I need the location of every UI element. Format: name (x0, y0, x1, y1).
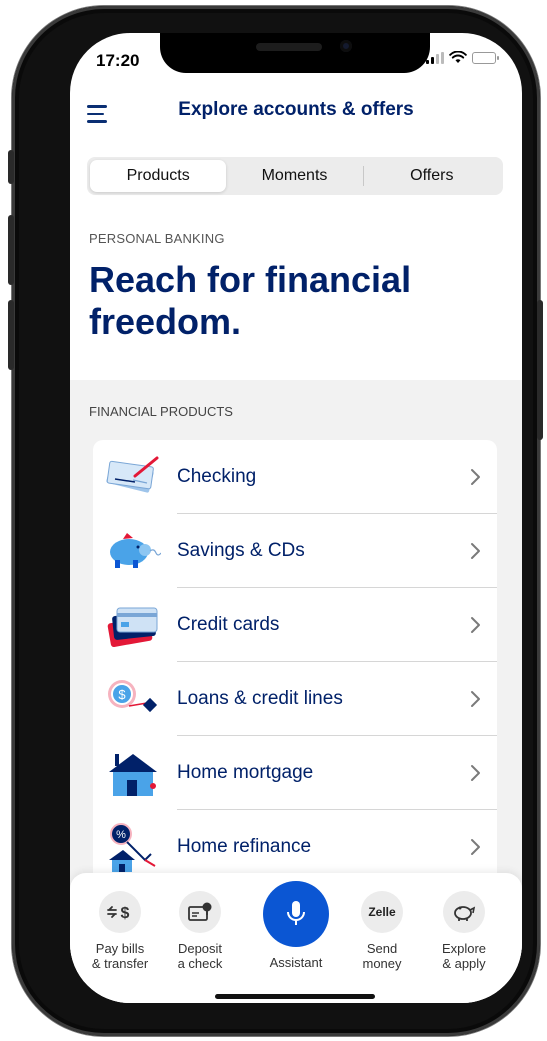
power-button (537, 300, 543, 440)
product-label: Loans & credit lines (177, 688, 343, 709)
piggy-bank-icon (443, 891, 485, 933)
product-label: Savings & CDs (177, 540, 305, 561)
volume-up-button (8, 215, 14, 285)
deposit-check-label: Deposit a check (177, 941, 223, 971)
bottom-action-bar: $ Pay bills & transfer Deposit a check A… (70, 873, 522, 1003)
tab-moments[interactable]: Moments (226, 160, 362, 192)
explore-apply-label: Explore & apply (441, 941, 487, 971)
notch (160, 33, 430, 73)
microphone-icon (263, 881, 329, 947)
deposit-check-button[interactable]: Deposit a check (160, 873, 240, 971)
chevron-right-icon (471, 839, 480, 855)
product-item-savings[interactable]: Savings & CDs (93, 514, 497, 588)
tab-products[interactable]: Products (90, 160, 227, 192)
speaker-grille (256, 43, 322, 51)
assistant-label: Assistant (269, 955, 323, 970)
assistant-button[interactable]: Assistant (256, 873, 336, 970)
home-indicator (215, 994, 375, 999)
chevron-right-icon (471, 691, 480, 707)
svg-text:%: % (116, 829, 126, 841)
volume-down-button (8, 300, 14, 370)
zelle-wordmark: Zelle (368, 905, 396, 919)
loan-icon: $ (108, 680, 158, 713)
chevron-right-icon (471, 765, 480, 781)
chevron-right-icon (471, 543, 480, 559)
section-label: FINANCIAL PRODUCTS (89, 404, 233, 419)
zelle-icon: Zelle (361, 891, 403, 933)
status-time: 17:20 (96, 51, 140, 70)
check-deposit-icon (179, 891, 221, 933)
svg-text:$: $ (118, 687, 126, 702)
explore-apply-button[interactable]: Explore & apply (424, 873, 504, 971)
page-title: Explore accounts & offers (178, 99, 414, 120)
product-label: Credit cards (177, 614, 280, 635)
house-icon (109, 754, 157, 796)
credit-cards-icon (107, 607, 158, 647)
section-eyebrow: PERSONAL BANKING (89, 231, 225, 246)
transfer-dollar-icon: $ (99, 891, 141, 933)
send-money-label: Send money (362, 941, 402, 971)
pay-bills-label: Pay bills & transfer (91, 941, 149, 971)
pay-bills-transfer-button[interactable]: $ Pay bills & transfer (80, 873, 160, 971)
tab-offers[interactable]: Offers (364, 160, 500, 192)
mute-switch (8, 150, 14, 184)
status-icons (426, 51, 499, 64)
battery-icon (472, 51, 499, 64)
svg-text:$: $ (121, 905, 130, 921)
refinance-icon: % (109, 823, 156, 872)
segmented-control: Products Moments Offers (87, 157, 503, 195)
front-camera (340, 40, 352, 52)
wifi-icon (449, 51, 467, 63)
phone-screen: 17:20 Explore accounts & offers Products… (70, 33, 522, 1003)
product-item-loans[interactable]: $ Loans & credit lines (93, 662, 497, 736)
piggy-bank-icon (110, 533, 161, 568)
product-item-checking[interactable]: Checking (93, 440, 497, 514)
product-item-home-mortgage[interactable]: Home mortgage (93, 736, 497, 810)
product-label: Home mortgage (177, 762, 314, 783)
send-money-button[interactable]: Zelle Send money (342, 873, 422, 971)
product-item-credit-cards[interactable]: Credit cards (93, 588, 497, 662)
hero-title: Reach for financial freedom. (89, 259, 412, 342)
chevron-right-icon (471, 469, 480, 485)
chevron-right-icon (471, 617, 480, 633)
product-label: Checking (177, 466, 257, 487)
checkbook-icon (106, 456, 159, 493)
